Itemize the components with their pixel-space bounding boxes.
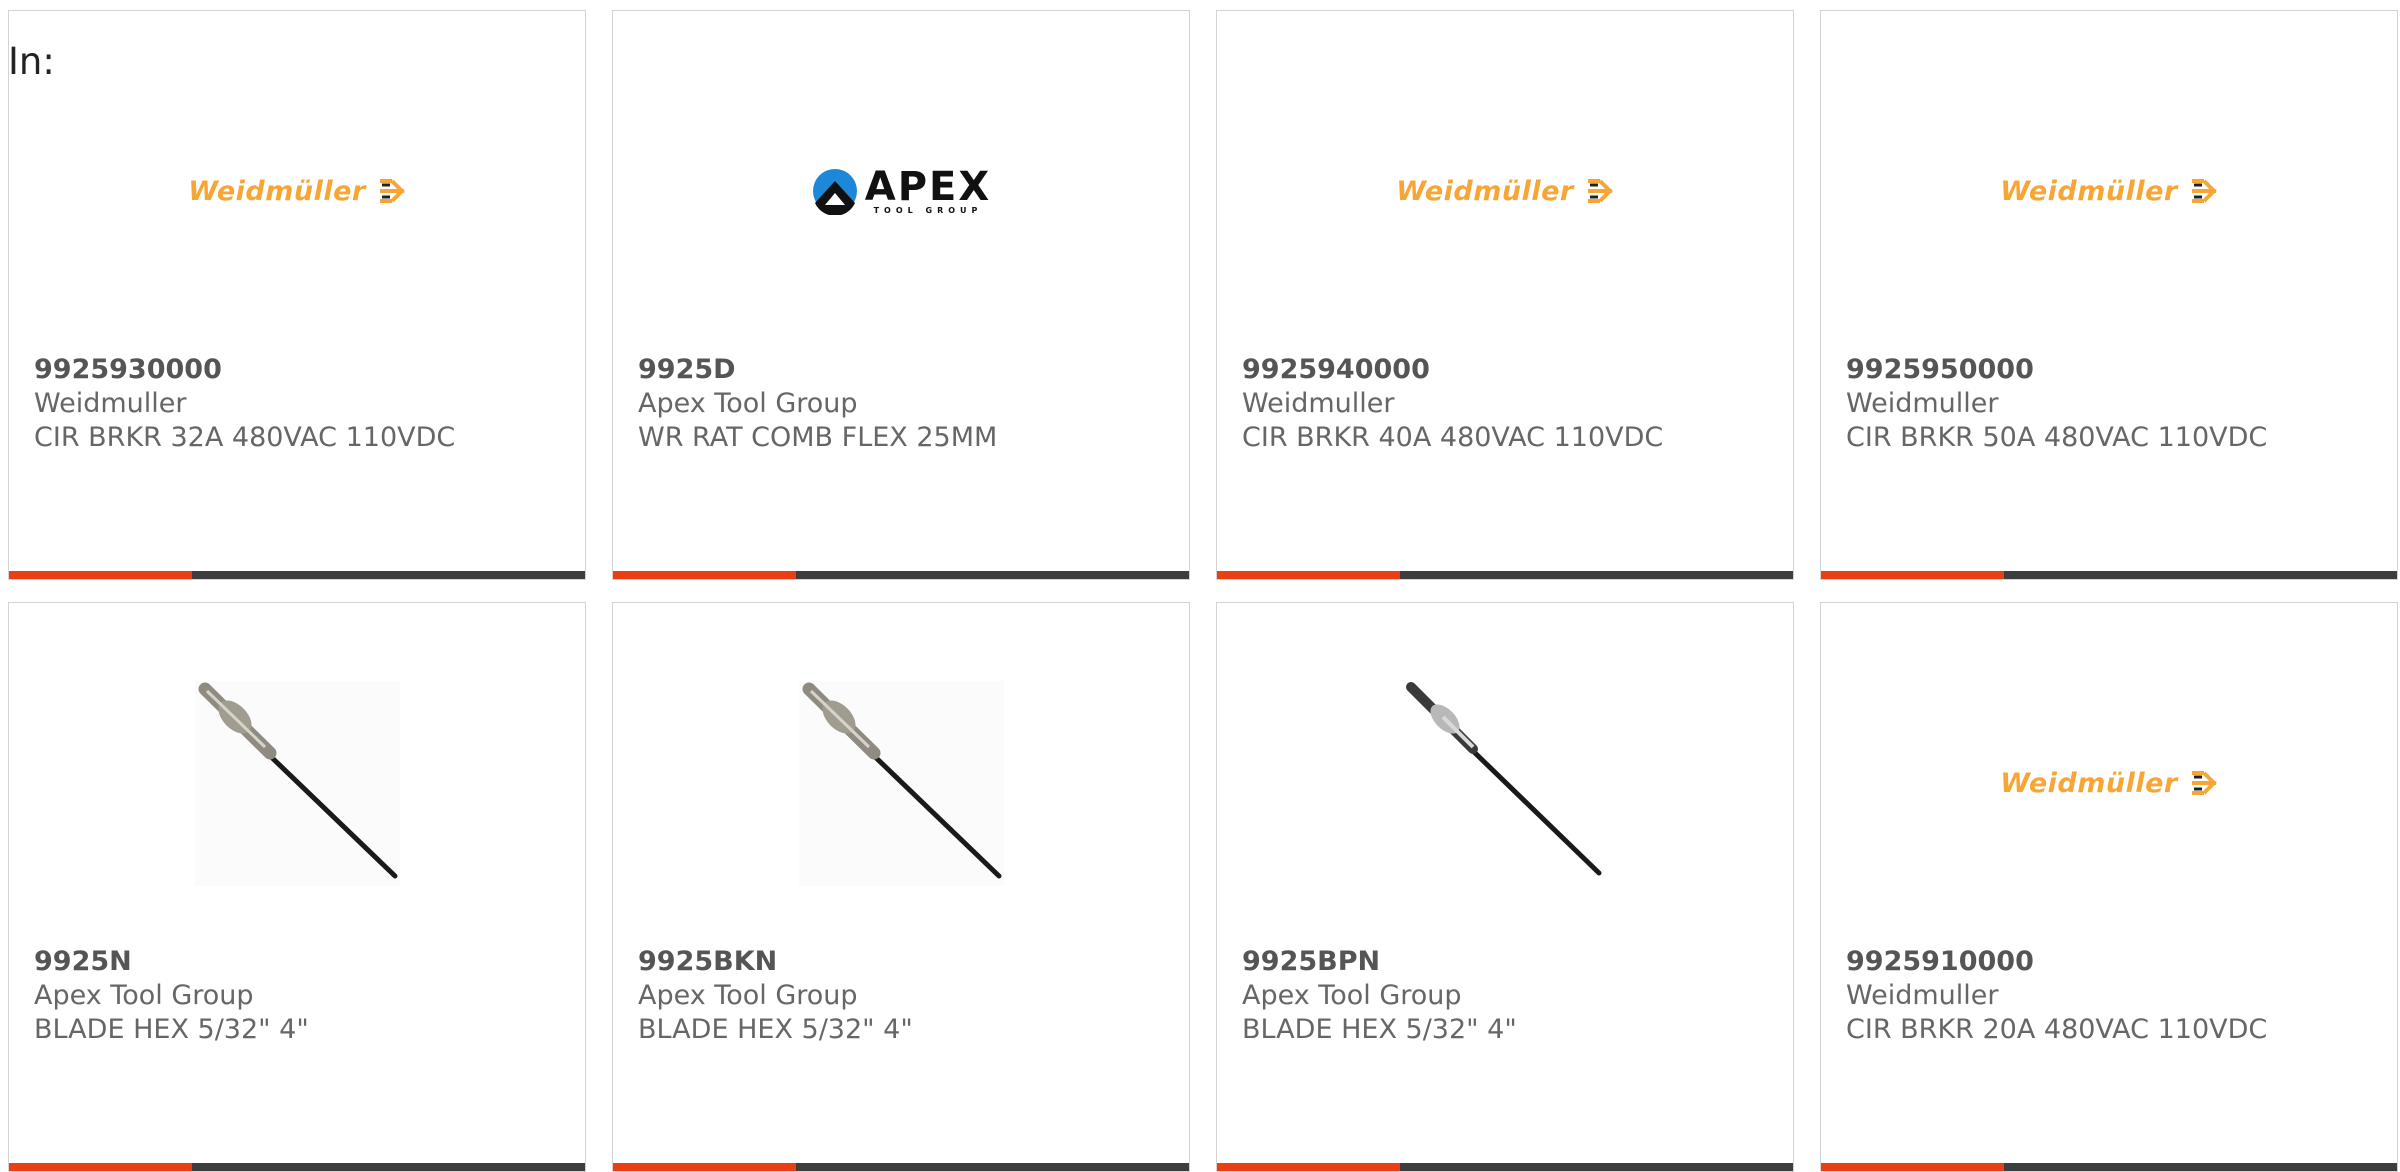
- manufacturer: Apex Tool Group: [638, 980, 858, 1011]
- product-card[interactable]: 9925BKN Apex Tool Group BLADE HEX 5/32" …: [612, 602, 1190, 1172]
- product-image[interactable]: [9, 663, 585, 903]
- card-bottom-bar: [613, 571, 1189, 579]
- product-image[interactable]: Weidmüller: [1821, 663, 2397, 903]
- manufacturer: Weidmuller: [1846, 980, 1999, 1011]
- weidmuller-logo-icon: [379, 179, 405, 203]
- card-accent: [1217, 571, 1400, 579]
- part-number[interactable]: 9925940000: [1242, 353, 1773, 387]
- weidmuller-logo: Weidmüller: [1396, 176, 1613, 207]
- weidmuller-logo: Weidmüller: [2000, 768, 2217, 799]
- description: BLADE HEX 5/32" 4": [638, 1014, 913, 1045]
- description: CIR BRKR 50A 480VAC 110VDC: [1846, 422, 2268, 453]
- manufacturer: Apex Tool Group: [34, 980, 254, 1011]
- product-info: 9925D Apex Tool Group WR RAT COMB FLEX 2…: [638, 353, 1169, 455]
- product-card[interactable]: Weidmüller 9925930000 Weidmuller CIR BRK…: [8, 10, 586, 580]
- card-accent: [613, 571, 796, 579]
- description: WR RAT COMB FLEX 25MM: [638, 422, 998, 453]
- product-image[interactable]: Weidmüller: [1821, 71, 2397, 311]
- product-card[interactable]: 9925N Apex Tool Group BLADE HEX 5/32" 4": [8, 602, 586, 1172]
- manufacturer: Weidmuller: [34, 388, 187, 419]
- manufacturer: Apex Tool Group: [638, 388, 858, 419]
- card-bottom-bar: [1821, 571, 2397, 579]
- weidmuller-logo-icon: [2191, 179, 2217, 203]
- description: BLADE HEX 5/32" 4": [1242, 1014, 1517, 1045]
- apex-logo-icon: [812, 169, 857, 215]
- part-number[interactable]: 9925910000: [1846, 945, 2377, 979]
- card-bottom-bar: [613, 1163, 1189, 1171]
- weidmuller-wordmark: Weidmüller: [1396, 175, 1574, 207]
- hex-blade-icon: [198, 682, 397, 878]
- manufacturer: Weidmuller: [1846, 388, 1999, 419]
- product-info: 9925930000 Weidmuller CIR BRKR 32A 480VA…: [34, 353, 565, 455]
- product-image[interactable]: APEX TOOL GROUP: [613, 71, 1189, 311]
- weidmuller-wordmark: Weidmüller: [188, 175, 366, 207]
- weidmuller-logo-icon: [1587, 179, 1613, 203]
- card-accent: [1821, 1163, 2004, 1171]
- manufacturer: Weidmuller: [1242, 388, 1395, 419]
- product-info: 9925950000 Weidmuller CIR BRKR 50A 480VA…: [1846, 353, 2377, 455]
- card-bottom-bar: [1217, 571, 1793, 579]
- description: CIR BRKR 20A 480VAC 110VDC: [1846, 1014, 2268, 1045]
- card-accent: [9, 1163, 192, 1171]
- card-bottom-bar: [1217, 1163, 1793, 1171]
- card-bottom-bar: [9, 1163, 585, 1171]
- product-info: 9925910000 Weidmuller CIR BRKR 20A 480VA…: [1846, 945, 2377, 1047]
- card-bottom-bar: [1821, 1163, 2397, 1171]
- part-number[interactable]: 9925930000: [34, 353, 565, 387]
- product-card[interactable]: Weidmüller 9925950000 Weidmuller CIR BRK…: [1820, 10, 2398, 580]
- weidmuller-logo: Weidmüller: [188, 176, 405, 207]
- apex-wordmark: APEX: [864, 164, 992, 210]
- card-accent: [1821, 571, 2004, 579]
- description: CIR BRKR 32A 480VAC 110VDC: [34, 422, 456, 453]
- product-image[interactable]: [1217, 663, 1793, 903]
- weidmuller-wordmark: Weidmüller: [2000, 175, 2178, 207]
- description: BLADE HEX 5/32" 4": [34, 1014, 309, 1045]
- weidmuller-wordmark: Weidmüller: [2000, 767, 2178, 799]
- apex-logo: APEX TOOL GROUP: [811, 167, 991, 215]
- card-accent: [613, 1163, 796, 1171]
- manufacturer: Apex Tool Group: [1242, 980, 1462, 1011]
- part-number[interactable]: 9925950000: [1846, 353, 2377, 387]
- product-card[interactable]: 9925BPN Apex Tool Group BLADE HEX 5/32" …: [1216, 602, 1794, 1172]
- part-number[interactable]: 9925BPN: [1242, 945, 1773, 979]
- card-accent: [9, 571, 192, 579]
- hex-blade-icon: [1405, 681, 1601, 875]
- product-info: 9925BPN Apex Tool Group BLADE HEX 5/32" …: [1242, 945, 1773, 1047]
- hex-blade-photo: [1402, 680, 1608, 886]
- hex-blade-icon: [802, 682, 1001, 878]
- card-bottom-bar: [9, 571, 585, 579]
- weidmuller-logo: Weidmüller: [2000, 176, 2217, 207]
- product-card[interactable]: APEX TOOL GROUP 9925D Apex Tool Group WR…: [612, 10, 1190, 580]
- product-grid: Weidmüller 9925930000 Weidmuller CIR BRK…: [8, 10, 2400, 1172]
- product-info: 9925BKN Apex Tool Group BLADE HEX 5/32" …: [638, 945, 1169, 1047]
- product-card[interactable]: Weidmüller 9925910000 Weidmuller CIR BRK…: [1820, 602, 2398, 1172]
- part-number[interactable]: 9925BKN: [638, 945, 1169, 979]
- product-info: 9925940000 Weidmuller CIR BRKR 40A 480VA…: [1242, 353, 1773, 455]
- description: CIR BRKR 40A 480VAC 110VDC: [1242, 422, 1664, 453]
- product-info: 9925N Apex Tool Group BLADE HEX 5/32" 4": [34, 945, 565, 1047]
- weidmuller-logo-icon: [2191, 771, 2217, 795]
- product-image[interactable]: Weidmüller: [9, 71, 585, 311]
- apex-subtitle: TOOL GROUP: [873, 206, 983, 215]
- in-label: In:: [8, 40, 55, 83]
- hex-blade-photo: [194, 680, 400, 886]
- product-image[interactable]: Weidmüller: [1217, 71, 1793, 311]
- part-number[interactable]: 9925D: [638, 353, 1169, 387]
- card-accent: [1217, 1163, 1400, 1171]
- hex-blade-photo: [798, 680, 1004, 886]
- part-number[interactable]: 9925N: [34, 945, 565, 979]
- product-card[interactable]: Weidmüller 9925940000 Weidmuller CIR BRK…: [1216, 10, 1794, 580]
- product-image[interactable]: [613, 663, 1189, 903]
